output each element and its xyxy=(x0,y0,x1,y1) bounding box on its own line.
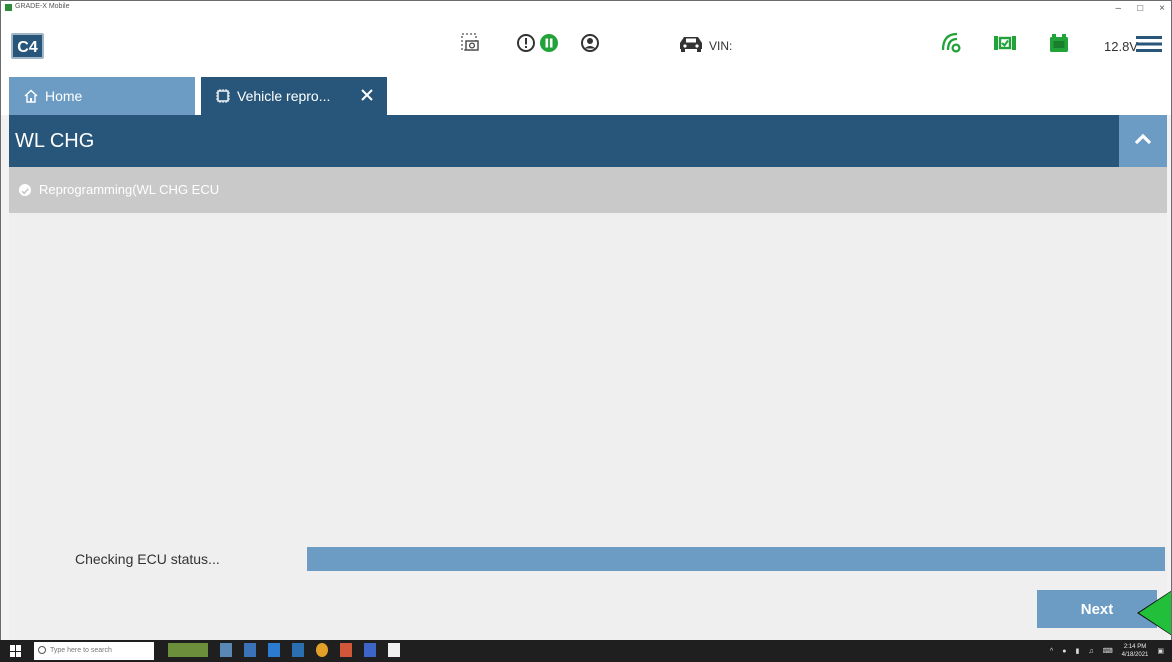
minimize-button[interactable]: – xyxy=(1116,3,1122,14)
connection-icon xyxy=(991,32,1019,54)
chip-icon xyxy=(215,88,231,104)
store-icon[interactable] xyxy=(268,643,280,657)
wireless-signal-icon xyxy=(939,29,965,57)
progress-bar xyxy=(307,547,1165,571)
tray-volume-icon[interactable]: ♫ xyxy=(1088,648,1093,655)
battery-icon xyxy=(1046,31,1072,55)
step-row: Reprogramming(WL CHG ECU xyxy=(9,167,1167,213)
section-title: WL CHG xyxy=(15,130,95,152)
status-text: Checking ECU status... xyxy=(75,551,220,567)
maximize-button[interactable]: □ xyxy=(1137,3,1143,14)
windows-start-icon[interactable] xyxy=(10,645,22,657)
landscape-app-icon[interactable] xyxy=(168,643,208,657)
tab-vehicle-reprogramming[interactable]: Vehicle repro... xyxy=(201,77,387,115)
system-tray: ^ ● ▮ ♫ ⌨ 2:14 PM 4/18/2021 ▣ xyxy=(1050,643,1164,659)
tab-home[interactable]: Home xyxy=(9,77,195,115)
mail-icon[interactable] xyxy=(292,643,304,657)
app-window: GRADE-X Mobile – □ × C4 VIN: 12.8V Home … xyxy=(0,0,1172,662)
tray-keyboard-icon[interactable]: ⌨ xyxy=(1103,647,1113,655)
app-icon-red[interactable] xyxy=(340,643,352,657)
tray-battery-icon[interactable]: ▮ xyxy=(1075,647,1079,655)
tab-vehicle-label: Vehicle repro... xyxy=(237,88,331,104)
tab-bar: Home Vehicle repro... xyxy=(1,73,1171,115)
window-title: GRADE-X Mobile xyxy=(15,3,70,10)
step-label: Reprogramming(WL CHG ECU xyxy=(39,182,220,197)
window-titlebar: GRADE-X Mobile – □ × xyxy=(1,1,1171,15)
vehicle-icon[interactable] xyxy=(676,32,706,54)
vin-label: VIN: xyxy=(709,39,733,53)
progress-fill xyxy=(307,547,1165,571)
search-icon xyxy=(38,646,46,654)
app-icon-white[interactable] xyxy=(388,643,400,657)
app-icon-blue[interactable] xyxy=(364,643,376,657)
c4-logo[interactable]: C4 xyxy=(11,33,44,59)
main-content: Checking ECU status... Next xyxy=(9,213,1171,641)
tray-chevron-icon[interactable]: ^ xyxy=(1050,648,1053,655)
taskbar-date: 4/18/2021 xyxy=(1121,652,1149,658)
screenshot-icon[interactable] xyxy=(460,31,482,55)
check-circle-icon xyxy=(19,184,31,196)
tray-network-icon[interactable]: ● xyxy=(1062,648,1066,655)
voltage-readout: 12.8V xyxy=(1104,39,1138,54)
menu-icon[interactable] xyxy=(1134,33,1164,55)
chevron-up-icon xyxy=(1133,132,1153,151)
pointer-arrow xyxy=(1139,589,1171,637)
taskbar-time: 2:14 PM xyxy=(1123,644,1147,650)
close-tab-icon[interactable] xyxy=(359,87,375,103)
notifications-icon[interactable]: ▣ xyxy=(1157,647,1164,655)
user-icon[interactable] xyxy=(579,32,601,54)
alert-icon[interactable] xyxy=(515,32,537,54)
file-explorer-icon[interactable] xyxy=(244,643,256,657)
window-controls: – □ × xyxy=(1116,1,1165,15)
app-icon xyxy=(5,4,12,11)
app-toolbar: C4 VIN: 12.8V xyxy=(1,15,1171,73)
browser-icon[interactable] xyxy=(316,643,328,657)
taskbar-search-input[interactable]: Type here to search xyxy=(34,642,154,660)
close-window-button[interactable]: × xyxy=(1159,3,1165,14)
task-view-icon[interactable] xyxy=(220,643,232,657)
taskbar-apps xyxy=(168,643,400,657)
taskbar-search-placeholder: Type here to search xyxy=(50,647,112,654)
pause-icon[interactable] xyxy=(538,32,560,54)
section-header: WL CHG xyxy=(9,115,1167,167)
os-taskbar: Type here to search ^ ● ▮ ♫ ⌨ 2:14 PM 4/… xyxy=(0,640,1172,662)
tab-home-label: Home xyxy=(45,88,83,104)
collapse-button[interactable] xyxy=(1119,115,1167,167)
home-icon xyxy=(23,88,39,104)
taskbar-clock[interactable]: 2:14 PM 4/18/2021 xyxy=(1122,643,1149,659)
